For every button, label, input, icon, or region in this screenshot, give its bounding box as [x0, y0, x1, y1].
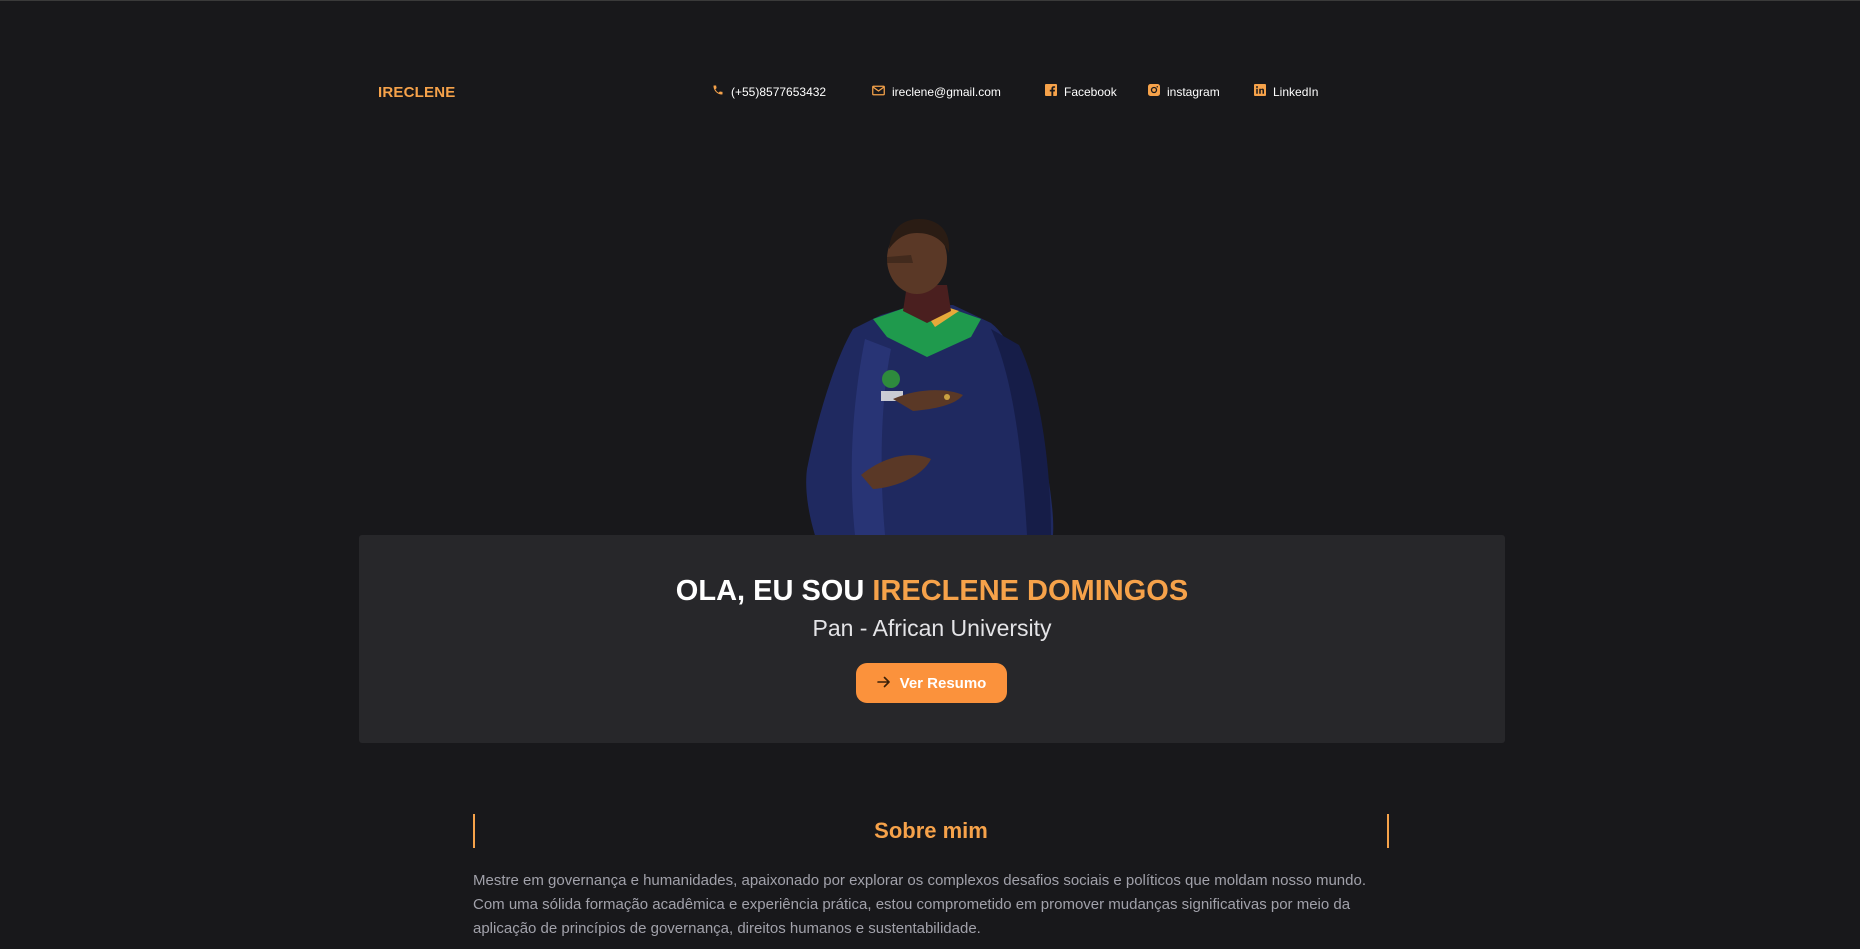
- linkedin-label: LinkedIn: [1273, 85, 1319, 99]
- phone-link[interactable]: (+55)8577653432: [711, 85, 826, 99]
- view-resume-button[interactable]: Ver Resumo: [856, 663, 1007, 703]
- facebook-label: Facebook: [1064, 85, 1117, 99]
- about-title: Sobre mim: [874, 818, 988, 843]
- facebook-icon: [1044, 84, 1057, 97]
- greeting-heading: OLA, EU SOU IRECLENE DOMINGOS: [359, 575, 1505, 608]
- view-resume-label: Ver Resumo: [899, 674, 987, 692]
- email-label: ireclene@gmail.com: [892, 85, 1001, 99]
- facebook-link[interactable]: Facebook: [1044, 84, 1117, 99]
- about-text: Mestre em governança e humanidades, apai…: [473, 872, 1366, 937]
- phone-icon: [711, 84, 724, 97]
- arrow-right-icon: [876, 675, 891, 692]
- portfolio-page: IRECLENE (+55)8577653432 ireclene@gmail.…: [0, 0, 1860, 949]
- hero-subtitle: Pan - African University: [812, 615, 1052, 641]
- email-link[interactable]: ireclene@gmail.com: [872, 85, 1001, 99]
- instagram-link[interactable]: instagram: [1147, 84, 1220, 99]
- linkedin-link[interactable]: LinkedIn: [1253, 84, 1319, 99]
- instagram-icon: [1147, 84, 1160, 97]
- linkedin-icon: [1253, 84, 1266, 97]
- greeting-prefix: OLA, EU SOU: [675, 575, 873, 607]
- instagram-label: instagram: [1167, 85, 1220, 99]
- profile-photo: [806, 219, 1054, 535]
- hero-name: IRECLENE DOMINGOS: [872, 575, 1189, 607]
- phone-label: (+55)8577653432: [731, 85, 827, 99]
- contact-bar: (+55)8577653432 ireclene@gmail.com Faceb…: [0, 84, 1860, 105]
- about-heading-box: Sobre mim: [473, 814, 1389, 848]
- mail-icon: [872, 84, 885, 97]
- intro-card: OLA, EU SOU IRECLENE DOMINGOS Pan - Afri…: [359, 535, 1505, 743]
